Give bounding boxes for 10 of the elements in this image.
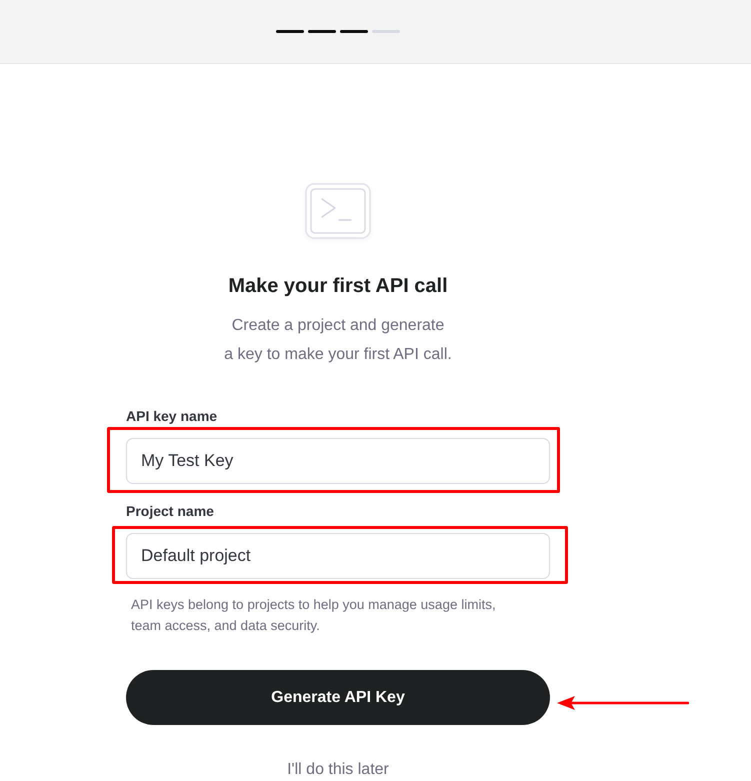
field-label: API key name [126,407,218,426]
do-this-later-link[interactable]: I'll do this later [287,761,389,779]
field-label: Project name [126,502,214,521]
help-text: API keys belong to projects to help you manage usage limits, team access, and data security. [130,596,497,635]
generate-api-key-button[interactable]: Generate API Key [126,670,550,725]
page-title: Make your first API call [228,274,448,299]
text-input[interactable]: Default project [126,533,550,579]
page-subtitle: Create a project and generate a key to make your first API call. [224,316,452,365]
text-input[interactable]: My Test Key [126,438,550,484]
terminal-icon [305,183,371,239]
